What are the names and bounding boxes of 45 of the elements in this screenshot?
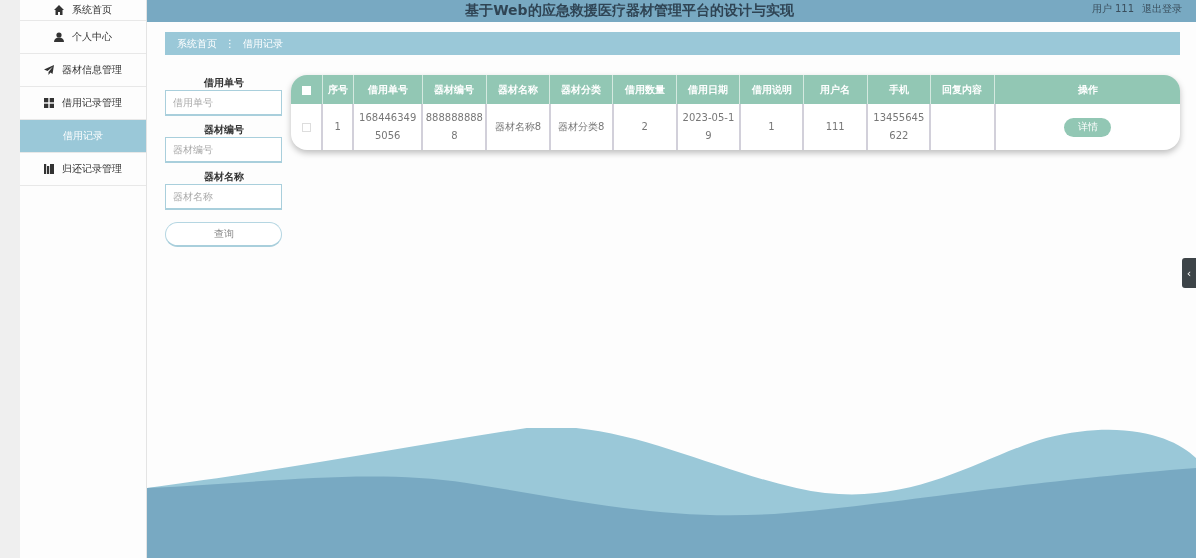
user-label: 用户 111 [1091, 2, 1134, 16]
column-header: 器材分类 [549, 75, 613, 104]
column-header: 序号 [322, 75, 354, 104]
column-header: 器材名称 [486, 75, 550, 104]
table-cell: 器材分类8 [549, 104, 613, 150]
column-header: 回复内容 [930, 75, 995, 104]
table-cell: 1684463495056 [353, 104, 423, 150]
table-cell: 1 [322, 104, 354, 150]
checkbox[interactable] [301, 122, 311, 132]
column-header: 借用单号 [353, 75, 423, 104]
table-cell: 8888888888 [422, 104, 487, 150]
field-label: 借用单号 [203, 76, 244, 90]
grid-icon [44, 98, 54, 108]
search-button[interactable]: 查询 [165, 222, 282, 247]
field-label: 器材名称 [203, 170, 244, 184]
table-cell: 2023-05-19 [676, 104, 740, 150]
home-icon [54, 5, 64, 15]
column-header: 借用说明 [739, 75, 804, 104]
site-title: 基于Web的应急救援医疗器材管理平台的设计与实现 [464, 2, 795, 20]
user-icon [54, 32, 64, 42]
column-header: 器材编号 [422, 75, 487, 104]
bar-chart-icon [44, 164, 54, 174]
search-field[interactable]: 借用单号 [165, 90, 282, 116]
table-cell: 111 [803, 104, 868, 150]
menu-item[interactable]: 系统首页 [20, 0, 146, 21]
table-cell: 器材名称8 [486, 104, 550, 150]
column-header: 借用日期 [676, 75, 740, 104]
logout-link[interactable]: 退出登录 [1142, 2, 1182, 16]
search-field[interactable]: 器材名称 [165, 184, 282, 210]
paper-plane-icon [44, 65, 54, 75]
column-header: 手机 [867, 75, 931, 104]
column-header: 操作 [994, 75, 1180, 104]
breadcrumb-separator: ⋮ [225, 38, 235, 49]
column-header: 用户名 [803, 75, 868, 104]
table-cell: 2 [612, 104, 677, 150]
table-cell: 13455645622 [867, 104, 931, 150]
menu-item[interactable]: 器材信息管理 [20, 54, 146, 87]
field-label: 器材编号 [203, 123, 244, 137]
collapse-tab[interactable]: ‹ [1182, 258, 1196, 288]
table-cell: 1 [739, 104, 804, 150]
menu-item[interactable]: 归还记录管理 [20, 153, 146, 186]
menu-item[interactable]: 个人中心 [20, 21, 146, 54]
column-header: 借用数量 [612, 75, 677, 104]
checkbox[interactable] [301, 85, 311, 95]
search-field[interactable]: 器材编号 [165, 137, 282, 163]
